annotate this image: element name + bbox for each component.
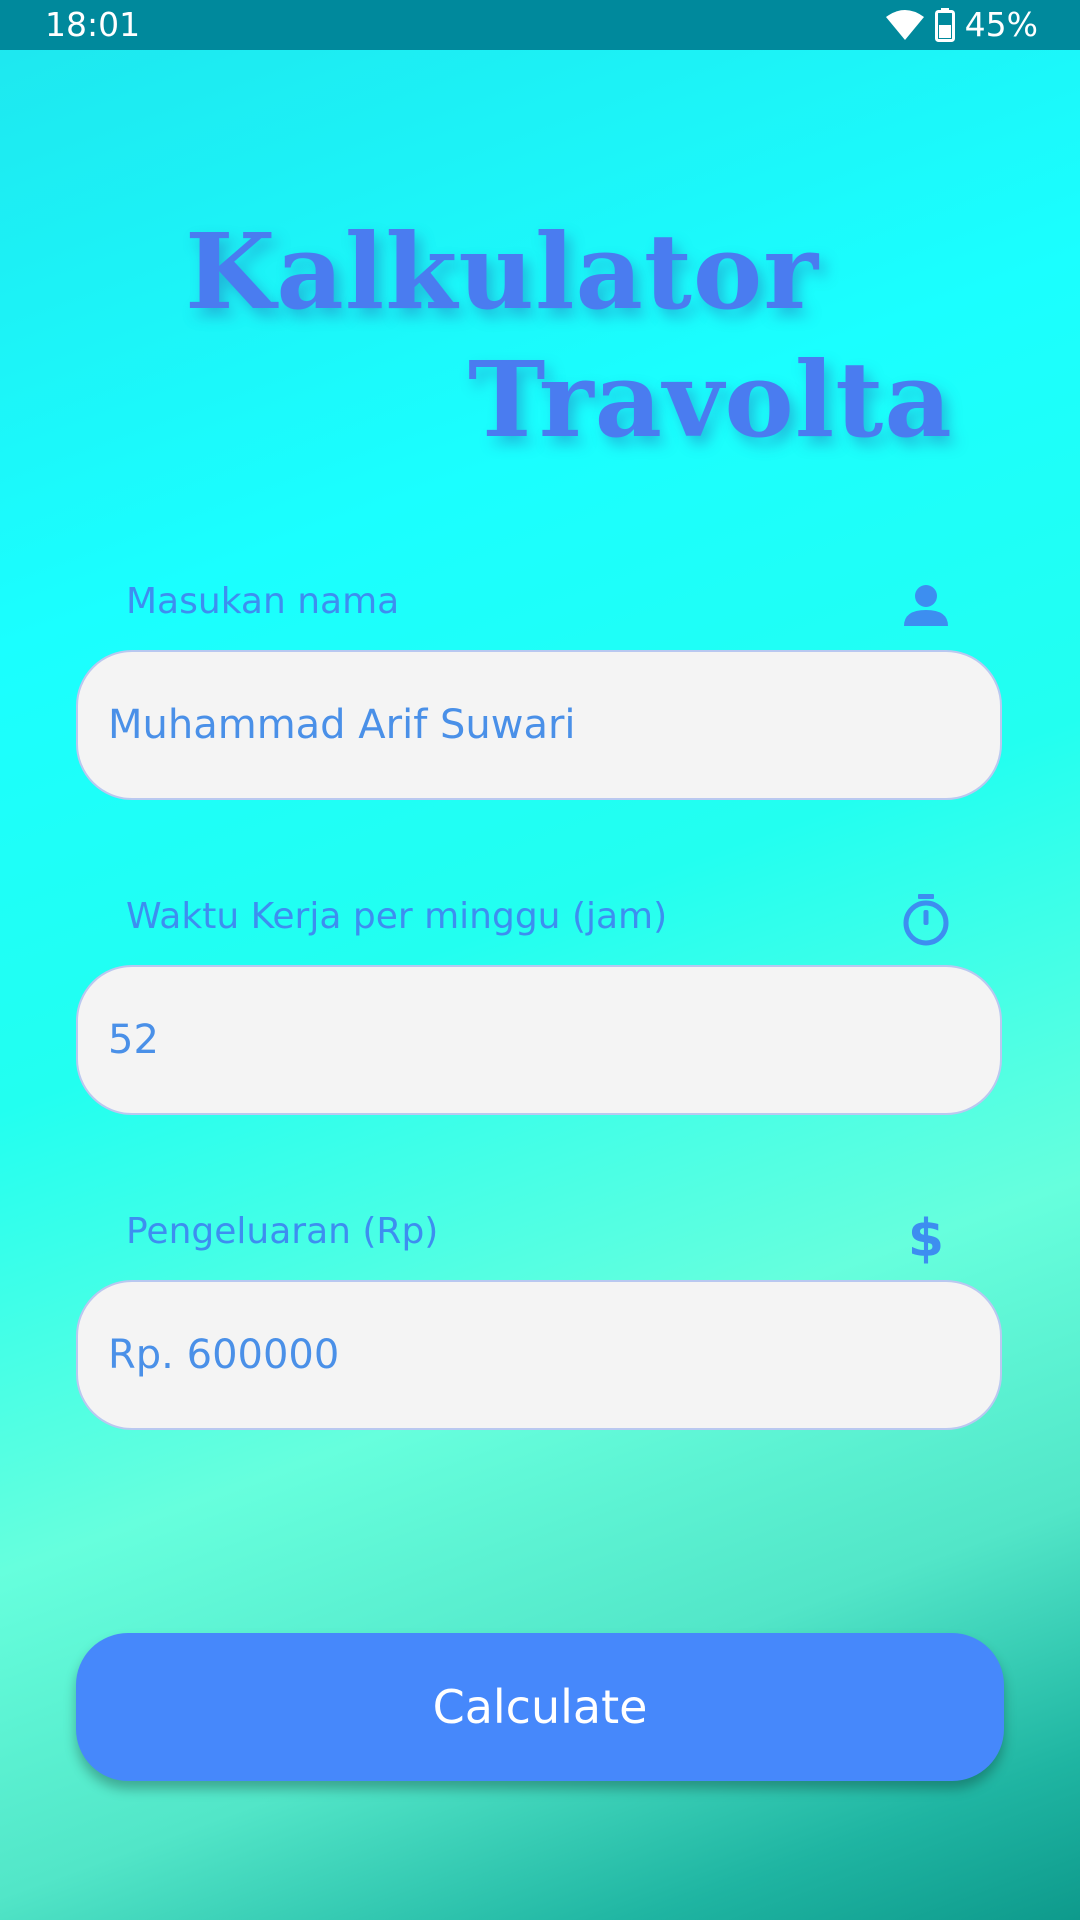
hours-label: Waktu Kerja per minggu (jam) bbox=[126, 896, 668, 937]
name-label: Masukan nama bbox=[126, 581, 400, 622]
app-title-line2: Travolta bbox=[468, 338, 953, 461]
hours-input[interactable] bbox=[76, 965, 1002, 1115]
name-input[interactable] bbox=[76, 650, 1002, 800]
wifi-icon bbox=[885, 9, 925, 41]
expense-input[interactable] bbox=[76, 1280, 1002, 1430]
battery-icon bbox=[934, 7, 955, 42]
person-icon bbox=[898, 578, 954, 634]
battery-level: 45% bbox=[964, 5, 1038, 44]
expense-label: Pengeluaran (Rp) bbox=[126, 1211, 439, 1252]
status-icons: 45% bbox=[885, 5, 1038, 44]
dollar-icon: $ bbox=[898, 1208, 954, 1264]
status-bar: 18:01 45% bbox=[0, 0, 1080, 50]
svg-text:$: $ bbox=[908, 1209, 944, 1264]
calculate-button[interactable]: Calculate bbox=[76, 1633, 1004, 1781]
status-time: 18:01 bbox=[45, 5, 141, 44]
app-title-line1: Kalkulator bbox=[185, 210, 820, 333]
timer-icon bbox=[898, 892, 954, 948]
